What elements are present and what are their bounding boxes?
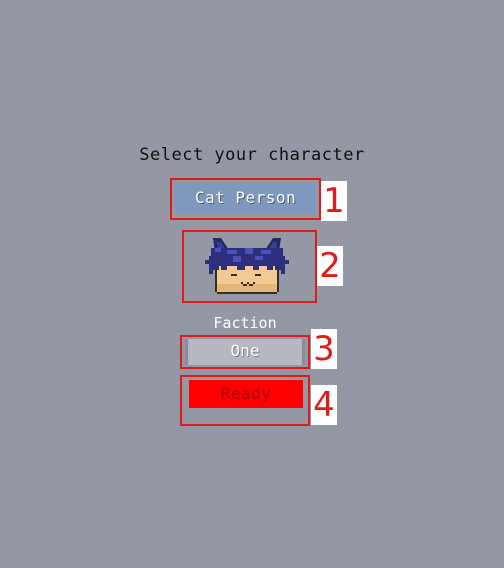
- annotation-number-4: 4: [311, 385, 337, 425]
- screen-title: Select your character: [139, 145, 365, 165]
- faction-selector-button[interactable]: One: [185, 339, 305, 365]
- annotation-number-2: 2: [317, 246, 343, 286]
- character-name-button[interactable]: Cat Person: [175, 183, 316, 213]
- cat-person-portrait-icon[interactable]: [205, 234, 289, 298]
- faction-label: Faction: [213, 314, 277, 332]
- annotation-number-3: 3: [311, 329, 337, 369]
- annotation-number-1: 1: [321, 181, 347, 221]
- ready-button[interactable]: Ready: [189, 380, 303, 408]
